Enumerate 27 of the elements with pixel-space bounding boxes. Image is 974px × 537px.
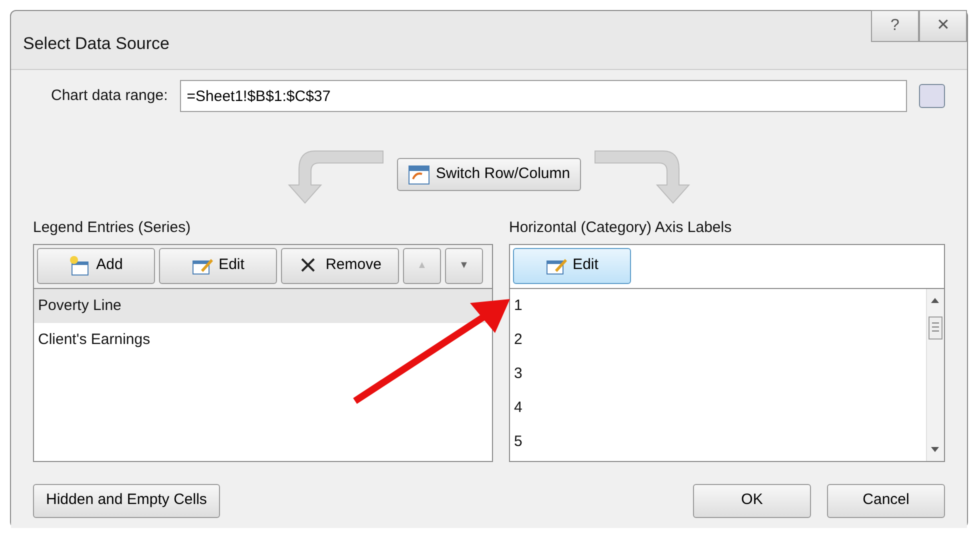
close-button[interactable]: ✕ [919, 10, 967, 42]
axis-label-item: 4 [513, 398, 524, 418]
panel-label: Horizontal (Category) Axis Labels [509, 218, 733, 238]
series-item[interactable]: Poverty Line [34, 288, 492, 322]
add-button[interactable]: Add [37, 248, 155, 284]
axis-label-item: 5 [513, 432, 524, 452]
axis-label-item: 1 [513, 296, 524, 316]
range-picker-button[interactable] [919, 84, 945, 108]
edit-button[interactable]: Edit [159, 248, 277, 284]
scrollbar[interactable] [926, 288, 944, 460]
ok-button[interactable]: OK [693, 484, 811, 518]
add-icon [69, 256, 92, 276]
hidden-empty-cells-button[interactable]: Hidden and Empty Cells [33, 484, 220, 518]
cancel-button[interactable]: Cancel [827, 484, 945, 518]
remove-button[interactable]: Remove [281, 248, 399, 284]
switch-row-column-button[interactable]: Switch Row/Column [396, 158, 582, 191]
window-title: Select Data Source [23, 34, 170, 53]
range-label: Chart data range: [51, 86, 168, 106]
edit-button[interactable]: Edit [513, 248, 631, 284]
axis-label-item: 2 [513, 330, 524, 350]
series-item[interactable]: Client's Earnings [34, 322, 492, 356]
grid-swap-icon [408, 164, 430, 184]
panel-label: Legend Entries (Series) [33, 218, 192, 238]
range-field[interactable]: =Sheet1!$B$1:$C$37 [180, 80, 907, 112]
help-button[interactable]: ? [871, 10, 919, 42]
move-down-button[interactable]: ▼ [445, 248, 483, 284]
axis-label-item: 3 [513, 364, 524, 384]
